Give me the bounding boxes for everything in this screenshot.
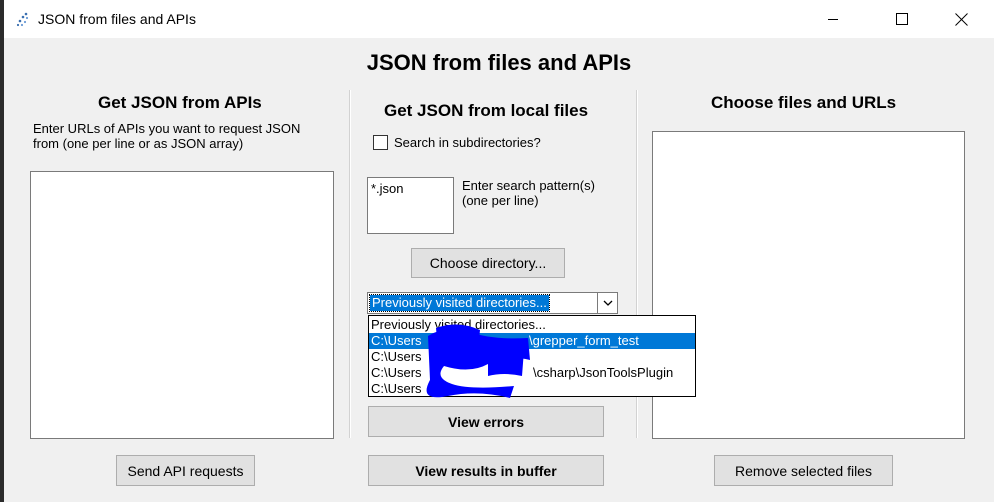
window-title: JSON from files and APIs (38, 11, 196, 27)
choose-directory-button[interactable]: Choose directory... (411, 248, 565, 278)
dropdown-item-path-end: \csharp\JsonToolsPlugin (533, 365, 674, 380)
chevron-down-icon (603, 300, 612, 306)
maximize-button[interactable] (879, 0, 925, 38)
dropdown-item-path-end: \grepper_form_test (529, 333, 639, 348)
title-bar[interactable]: JSON from files and APIs (4, 0, 994, 38)
search-pattern-label-line1: Enter search pattern(s) (462, 178, 595, 193)
dropdown-item-path-start: C:\Users (371, 365, 422, 380)
dropdown-item-path-start: C:\Users (371, 381, 422, 396)
form-title: JSON from files and APIs (366, 50, 632, 75)
api-instructions-line2: from (one per line or as JSON array) (33, 136, 244, 151)
api-instructions-line1: Enter URLs of APIs you want to request J… (33, 121, 301, 136)
panel-separator-left (349, 90, 351, 438)
view-errors-button[interactable]: View errors (368, 406, 604, 437)
minimize-icon (828, 19, 838, 20)
api-panel-heading: Get JSON from APIs (98, 93, 262, 112)
combobox-selected-text: Previously visited directories... (369, 294, 550, 312)
files-panel-heading: Choose files and URLs (711, 93, 897, 112)
search-pattern-label-line2: (one per line) (462, 193, 539, 208)
redaction-scribble (426, 324, 530, 398)
minimize-button[interactable] (810, 0, 856, 38)
local-panel-heading: Get JSON from local files (384, 101, 589, 120)
close-icon (954, 12, 968, 26)
close-button[interactable] (938, 0, 984, 38)
search-subdirectories-label: Search in subdirectories? (394, 135, 541, 150)
combobox-dropdown-button[interactable] (597, 293, 617, 313)
app-icon (16, 11, 32, 27)
send-api-requests-button[interactable]: Send API requests (116, 455, 255, 486)
api-urls-textbox[interactable] (30, 171, 334, 439)
remove-selected-files-button[interactable]: Remove selected files (714, 455, 893, 486)
dropdown-item-path-start: C:\Users (371, 349, 422, 364)
search-pattern-textbox[interactable]: *.json (367, 177, 454, 234)
maximize-icon (896, 13, 908, 25)
view-results-in-buffer-button[interactable]: View results in buffer (368, 455, 604, 486)
dropdown-item-path-start: C:\Users (371, 333, 422, 348)
search-subdirectories-checkbox[interactable] (373, 135, 388, 150)
previous-directories-combobox[interactable]: Previously visited directories... (367, 292, 618, 314)
selected-files-listbox[interactable] (652, 131, 965, 439)
json-from-files-window: JSON from files and APIs JSON from files… (4, 0, 994, 502)
